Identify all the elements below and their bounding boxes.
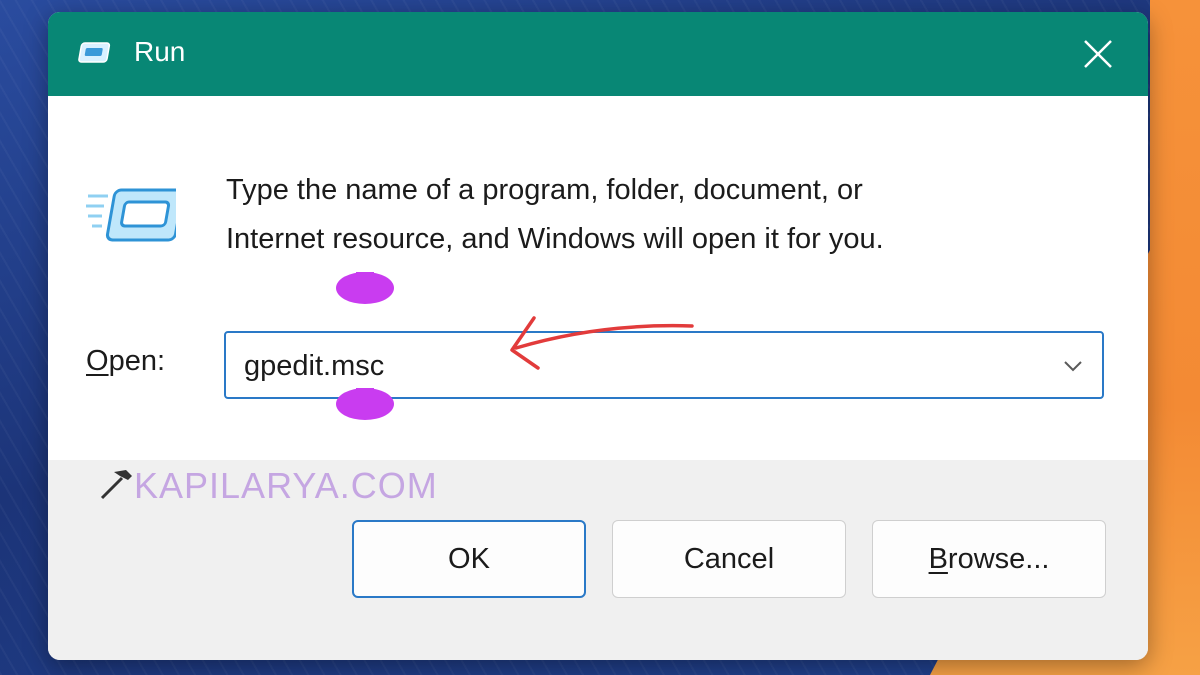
open-label-rest: pen: (108, 345, 166, 377)
cancel-button[interactable]: Cancel (612, 520, 846, 598)
chevron-down-icon[interactable] (1062, 355, 1084, 377)
close-icon[interactable] (1078, 34, 1118, 74)
ok-button[interactable]: OK (352, 520, 586, 598)
description-line-2: Internet resource, and Windows will open… (226, 223, 884, 255)
description-line-1: Type the name of a program, folder, docu… (226, 174, 863, 206)
dialog-description: Type the name of a program, folder, docu… (226, 166, 1106, 264)
browse-button[interactable]: Browse... (872, 520, 1106, 598)
hammer-icon (100, 470, 132, 500)
watermark: KAPILARYA.COM (96, 466, 438, 506)
open-label-accelerator: O (86, 345, 109, 377)
text-cursor-handle-top (336, 272, 394, 304)
browse-label-rest: rowse... (947, 543, 1050, 575)
open-label: Open: (86, 341, 165, 381)
annotation-arrow (510, 316, 694, 370)
watermark-text: KAPILARYA.COM (134, 465, 438, 506)
title-bar: Run (48, 12, 1148, 96)
browse-accelerator: B (928, 543, 948, 575)
window-title: Run (134, 36, 186, 67)
run-program-icon (86, 188, 176, 242)
text-cursor-handle-bottom (336, 388, 394, 420)
button-bar: KAPILARYA.COM OK Cancel Browse... (48, 460, 1148, 660)
run-app-icon (78, 42, 111, 63)
dialog-content: Type the name of a program, folder, docu… (48, 96, 1148, 460)
